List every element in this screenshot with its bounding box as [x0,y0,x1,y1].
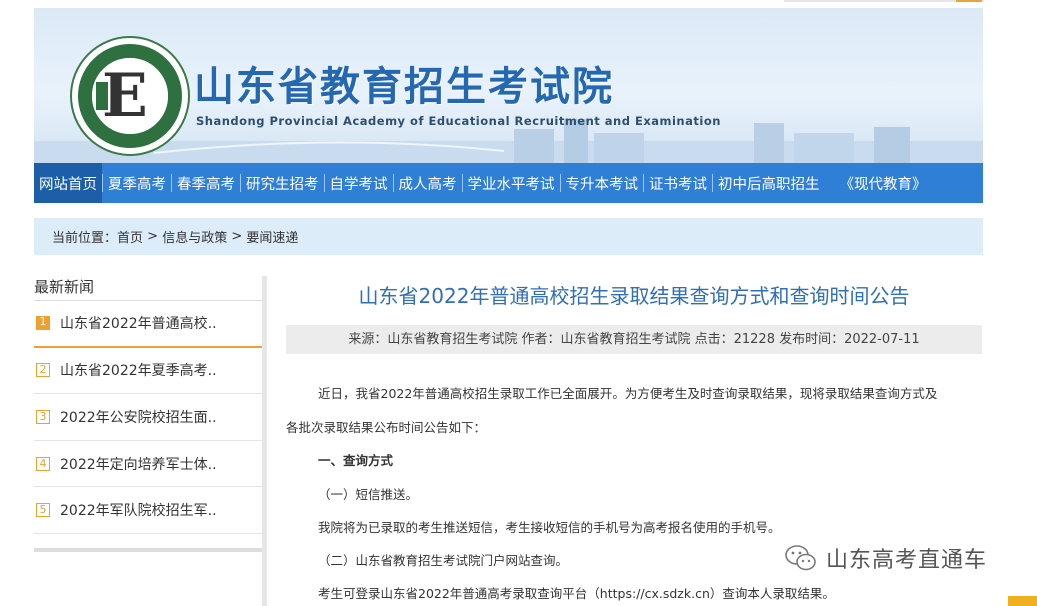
sidebar-divider [34,548,262,552]
wechat-watermark: 山东高考直通车 [784,542,987,574]
top-bar-remnant [784,0,984,2]
corner-decoration [1008,596,1037,606]
article-paragraph: （二）山东省教育招生考试院门户网站查询。 [318,553,569,568]
nav-item-proficiency[interactable]: 学业水平考试 [463,163,560,203]
nav-item-spring-exam[interactable]: 春季高考 [172,163,240,203]
breadcrumb-home-link[interactable]: 首页 [117,227,143,246]
article-paragraph: （一）短信推送。 [318,487,419,502]
breadcrumb-section-link[interactable]: 信息与政策 [162,227,227,246]
site-title: 山东省教育招生考试院 [194,64,614,110]
news-item[interactable]: 1 山东省2022年普通高校.. [34,301,262,348]
news-item-title[interactable]: 2022年公安院校招生面.. [60,407,217,427]
news-item[interactable]: 3 2022年公安院校招生面.. [34,394,262,441]
article-meta: 来源：山东省教育招生考试院 作者：山东省教育招生考试院 点击：21228 发布时… [286,325,982,354]
breadcrumb-separator: > [227,229,247,244]
news-item-title[interactable]: 2022年军队院校招生军.. [60,500,217,520]
rank-badge: 5 [36,503,50,518]
main-nav: 网站首页 夏季高考 春季高考 研究生招考 自学考试 成人高考 学业水平考试 专升… [34,163,983,203]
nav-item-graduate[interactable]: 研究生招考 [241,163,324,203]
news-item-title[interactable]: 山东省2022年普通高校.. [60,313,217,333]
top-bar-accent [956,0,982,2]
news-item[interactable]: 5 2022年军队院校招生军.. [34,487,262,534]
article-title: 山东省2022年普通高校招生录取结果查询方式和查询时间公告 [358,284,910,308]
site-banner: E 山东省教育招生考试院 Shandong Provincial Academy… [34,8,983,163]
nav-item-adult-exam[interactable]: 成人高考 [394,163,462,203]
news-item-title[interactable]: 山东省2022年夏季高考.. [60,360,217,380]
news-item[interactable]: 4 2022年定向培养军士体.. [34,441,262,488]
rank-badge: 1 [36,316,50,331]
latest-news-sidebar: 最新新闻 1 山东省2022年普通高校.. 2 山东省2022年夏季高考.. 3… [34,276,262,552]
breadcrumb: 当前位置： 首页 > 信息与政策 > 要闻速递 [34,218,983,255]
article-paragraph: 各批次录取结果公布时间公告如下： [286,420,487,435]
sidebar-title: 最新新闻 [34,276,262,301]
rank-badge: 4 [36,456,50,471]
watermark-text: 山东高考直通车 [826,548,988,573]
nav-item-summer-exam[interactable]: 夏季高考 [103,163,171,203]
article-heading: 一、查询方式 [318,453,394,468]
news-item[interactable]: 2 山东省2022年夏季高考.. [34,348,262,395]
nav-item-vocational[interactable]: 初中后高职招生 [713,163,825,203]
article-paragraph: 考生可登录山东省2022年普通高考录取查询平台（https://cx.sdzk.… [318,586,835,601]
nav-item-home[interactable]: 网站首页 [34,163,102,203]
nav-item-upgrade[interactable]: 专升本考试 [561,163,644,203]
breadcrumb-current-link[interactable]: 要闻速递 [246,227,298,246]
rank-badge: 2 [36,363,50,378]
nav-item-modern-education[interactable]: 《现代教育》 [835,163,932,203]
wechat-icon [784,543,818,573]
breadcrumb-separator: > [143,229,163,244]
site-subtitle: Shandong Provincial Academy of Education… [196,114,721,128]
news-list: 1 山东省2022年普通高校.. 2 山东省2022年夏季高考.. 3 2022… [34,301,262,534]
rank-badge: 3 [36,409,50,424]
nav-item-self-study[interactable]: 自学考试 [325,163,393,203]
sidebar-border [262,276,267,606]
academy-logo: E [70,36,190,156]
news-item-title[interactable]: 2022年定向培养军士体.. [60,454,217,474]
nav-item-certificate[interactable]: 证书考试 [644,163,712,203]
article-paragraph: 近日，我省2022年普通高校招生录取工作已全面展开。为方便考生及时查询录取结果，… [318,386,938,401]
article-paragraph: 我院将为已录取的考生推送短信，考生接收短信的手机号为高考报名使用的手机号。 [318,520,781,535]
breadcrumb-prefix: 当前位置： [52,231,118,246]
